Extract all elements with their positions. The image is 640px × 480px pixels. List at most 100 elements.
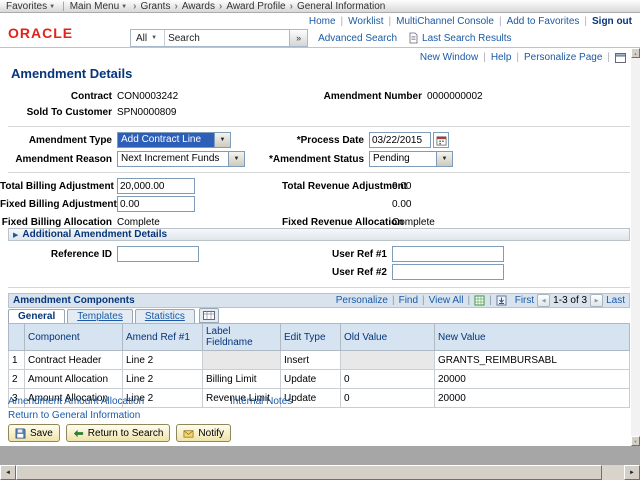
user-ref2-label: User Ref #2: [331, 266, 387, 278]
breadcrumb-chevron-icon: [215, 1, 226, 12]
sign-out-link[interactable]: Sign out: [592, 16, 632, 27]
scroll-right-icon[interactable]: ►: [624, 465, 640, 480]
vertical-scrollbar[interactable]: ▲ ▼: [631, 48, 640, 446]
user-ref2-input[interactable]: [392, 264, 504, 280]
breadcrumb-main-menu[interactable]: Main Menu ▼: [70, 1, 129, 12]
cell-component: Amount Allocation: [24, 369, 123, 389]
breadcrumb-general-information[interactable]: General Information: [297, 1, 385, 12]
tab-templates[interactable]: Templates: [67, 309, 133, 323]
oracle-logo: ORACLE: [8, 25, 74, 41]
row-number: 2: [8, 369, 25, 389]
process-date-input[interactable]: [369, 132, 431, 148]
fixed-billing-adjustment-input[interactable]: [117, 196, 195, 212]
grid-pagination: First ◀ 1-3 of 3 ▶ Last: [515, 294, 625, 307]
amendment-number-label: Amendment Number: [323, 90, 422, 102]
amendment-reason-row: Amendment Reason Next Increment Funds ▼ …: [0, 151, 631, 167]
additional-details-title: Additional Amendment Details: [22, 229, 168, 240]
amendment-type-select[interactable]: Add Contract Line ▼: [117, 132, 231, 148]
page-title: Amendment Details: [11, 66, 133, 81]
fixed-revenue-allocation-value: Complete: [392, 216, 435, 228]
home-link[interactable]: Home: [309, 16, 348, 27]
notify-button[interactable]: Notify: [176, 424, 231, 442]
user-ref1-input[interactable]: [392, 246, 504, 262]
horizontal-scroll-thumb[interactable]: [16, 465, 602, 480]
download-to-excel-icon[interactable]: [464, 295, 486, 306]
advanced-search-link[interactable]: Advanced Search: [318, 33, 397, 44]
action-buttons: Save Return to Search Notify: [8, 424, 231, 442]
fixed-revenue-allocation-label: Fixed Revenue Allocation: [282, 216, 404, 228]
breadcrumb-chevron-icon: [170, 1, 181, 12]
view-all-link[interactable]: View All: [418, 295, 464, 306]
return-to-search-button[interactable]: Return to Search: [65, 424, 171, 442]
new-window-link[interactable]: New Window: [420, 52, 491, 63]
download-icon[interactable]: [485, 295, 507, 306]
tab-general[interactable]: General: [8, 309, 66, 323]
search-input[interactable]: [165, 31, 290, 45]
breadcrumb-favorites[interactable]: Favorites ▼: [6, 1, 57, 12]
cell-new-value: GRANTS_REIMBURSABL: [434, 350, 630, 370]
scroll-up-icon[interactable]: ▲: [631, 48, 640, 58]
amendment-amount-allocation-link[interactable]: Amendment Amount Allocation: [8, 396, 144, 407]
save-button[interactable]: Save: [8, 424, 60, 442]
divider: [8, 172, 630, 173]
last-link[interactable]: Last: [606, 295, 625, 306]
contract-value: CON0003242: [117, 90, 179, 102]
total-billing-adjustment-input[interactable]: [117, 178, 195, 194]
breadcrumb-award-profile[interactable]: Award Profile: [226, 1, 285, 12]
last-search-results-link[interactable]: Last Search Results: [422, 33, 512, 44]
internal-notes-link[interactable]: Internal Notes: [230, 396, 292, 407]
cell-new-value: 20000: [434, 369, 630, 389]
amendment-reason-select[interactable]: Next Increment Funds ▼: [117, 151, 245, 167]
scroll-down-icon[interactable]: ▼: [631, 436, 640, 446]
divider: [8, 126, 630, 127]
worklist-link[interactable]: Worklist: [348, 16, 396, 27]
header-band: ORACLE Home Worklist MultiChannel Consol…: [0, 14, 640, 48]
cell-amend-ref: Line 2: [122, 350, 203, 370]
calendar-icon[interactable]: [433, 132, 449, 148]
cell-edit-type: Insert: [280, 350, 341, 370]
add-to-favorites-link[interactable]: Add to Favorites: [507, 16, 592, 27]
personalize-page-link[interactable]: Personalize Page: [524, 52, 615, 63]
grid-action-links: Personalize Find View All: [336, 295, 507, 306]
fixed-billing-allocation-value: Complete: [117, 216, 160, 228]
first-link[interactable]: First: [515, 295, 534, 306]
caret-down-icon: ▼: [121, 3, 128, 10]
additional-details-section[interactable]: ▶ Additional Amendment Details: [8, 228, 630, 241]
copy-url-icon[interactable]: [615, 52, 626, 63]
total-revenue-adjustment-value: 0.00: [392, 180, 412, 192]
show-all-columns-icon[interactable]: [198, 308, 219, 323]
breadcrumb-awards[interactable]: Awards: [182, 1, 215, 12]
multichannel-console-link[interactable]: MultiChannel Console: [396, 16, 506, 27]
find-link[interactable]: Find: [388, 295, 418, 306]
dropdown-arrow-icon[interactable]: ▼: [228, 152, 244, 166]
search-scope-dropdown[interactable]: All ▼: [131, 30, 166, 46]
horizontal-scrollbar[interactable]: ◄ ►: [0, 465, 640, 480]
cell-label-fieldname: [202, 350, 281, 370]
amendment-status-select[interactable]: Pending ▼: [369, 151, 453, 167]
search-go-button[interactable]: »: [289, 30, 308, 46]
next-row-icon[interactable]: ▶: [590, 294, 604, 307]
column-header: Component: [24, 323, 123, 351]
dropdown-arrow-icon[interactable]: ▼: [436, 152, 452, 166]
previous-row-icon[interactable]: ◀: [537, 294, 551, 307]
fixed-adjustment-row: Fixed Billing Adjustment 0.00: [0, 196, 631, 212]
column-header: Label Fieldname: [202, 323, 281, 351]
total-adjustment-row: Total Billing Adjustment Total Revenue A…: [0, 178, 631, 194]
reference-id-row: Reference ID User Ref #1: [0, 246, 631, 262]
personalize-link[interactable]: Personalize: [336, 295, 388, 306]
help-link[interactable]: Help: [491, 52, 524, 63]
return-to-general-information-link[interactable]: Return to General Information: [8, 410, 140, 421]
page-bar: New Window Help Personalize Page: [420, 52, 626, 63]
breadcrumb-grants[interactable]: Grants: [140, 1, 170, 12]
cell-old-value: [340, 350, 435, 370]
search-box: All▼ »: [130, 29, 309, 47]
scroll-left-icon[interactable]: ◄: [0, 465, 16, 480]
dropdown-arrow-icon[interactable]: ▼: [214, 133, 230, 147]
tab-statistics[interactable]: Statistics: [134, 309, 195, 323]
cell-label-fieldname: Billing Limit: [202, 369, 281, 389]
reference-id-input[interactable]: [117, 246, 199, 262]
total-revenue-adjustment-label: Total Revenue Adjustment: [282, 180, 408, 192]
reference-id-label: Reference ID: [50, 248, 112, 260]
expand-arrow-icon[interactable]: ▶: [13, 231, 18, 239]
save-disk-icon: [15, 428, 26, 439]
